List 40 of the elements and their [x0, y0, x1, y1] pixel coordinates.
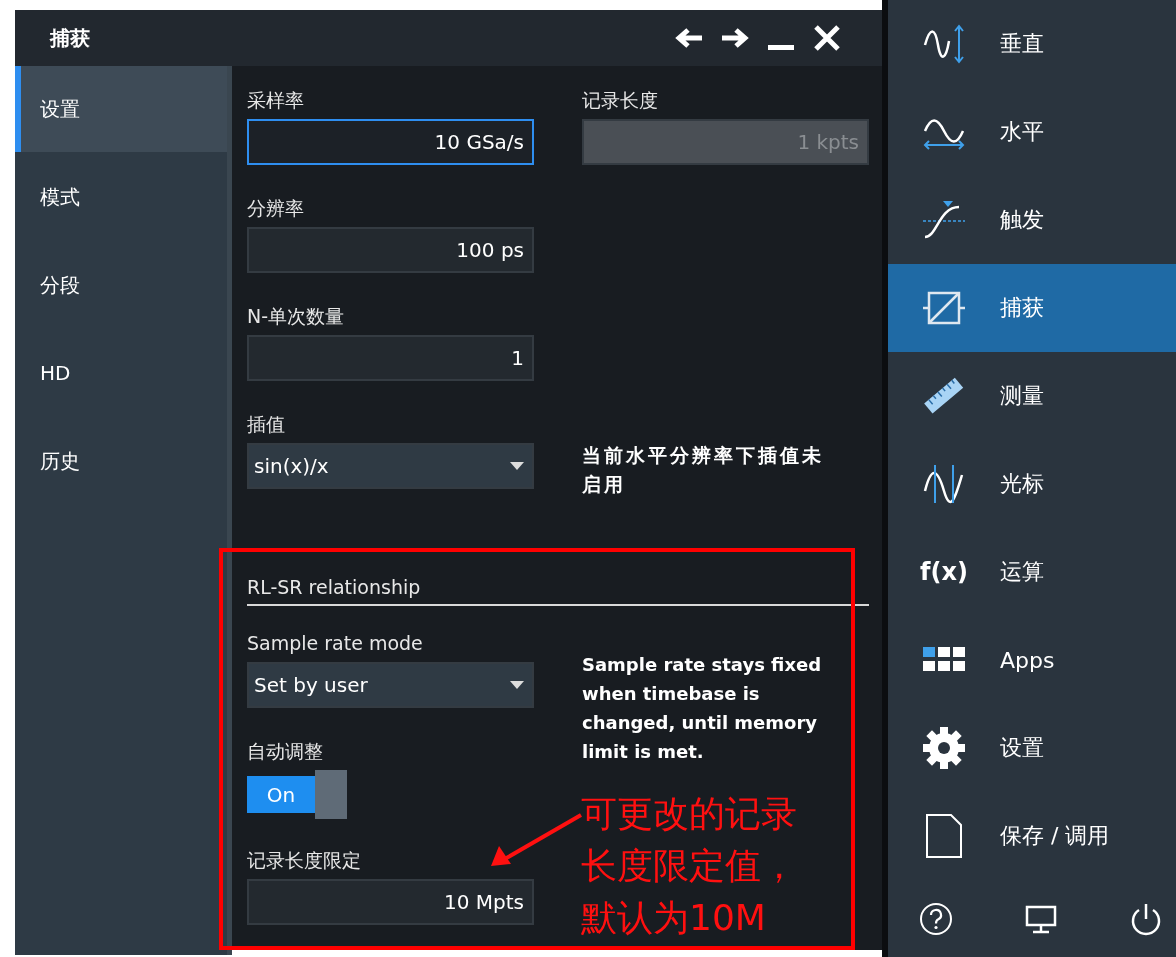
- dropdown[interactable]: Set by user: [247, 662, 534, 708]
- menu-item[interactable]: Apps: [888, 616, 1176, 704]
- input-field[interactable]: 10 GSa/s: [247, 119, 534, 165]
- menu-item[interactable]: f(x) 运算: [888, 528, 1176, 616]
- sidebar-tab[interactable]: 历史: [15, 418, 227, 504]
- menu-item[interactable]: 捕获: [888, 264, 1176, 352]
- field-label: Sample rate mode: [247, 631, 423, 656]
- sidebar-tab[interactable]: 分段: [15, 242, 227, 328]
- menu-item[interactable]: 垂直: [888, 0, 1176, 88]
- annotation-text: 可更改的记录长度限定值，默认为10M: [581, 792, 798, 940]
- menu-item[interactable]: 光标: [888, 440, 1176, 528]
- caret-icon: [510, 462, 524, 470]
- caret-icon: [510, 681, 524, 689]
- field-label: 记录长度: [582, 88, 658, 113]
- input-field[interactable]: 10 Mpts: [247, 879, 534, 925]
- interpolation-note: 当前水平分辨率下插值未启用: [582, 443, 825, 497]
- menu-item[interactable]: 触发: [888, 176, 1176, 264]
- function-icon: f(x): [920, 558, 968, 586]
- field-label: 自动调整: [247, 739, 323, 764]
- close-icon[interactable]: [812, 23, 842, 53]
- help-icon[interactable]: [918, 900, 954, 937]
- menu-item[interactable]: 设置: [888, 704, 1176, 792]
- menu-item[interactable]: 水平: [888, 88, 1176, 176]
- field-label: 插值: [247, 412, 285, 437]
- sidebar-tab[interactable]: 设置: [15, 66, 227, 152]
- dialog-title: 捕获: [50, 24, 90, 52]
- input-field[interactable]: 1: [247, 335, 534, 381]
- mode-note: Sample rate stays fixed when timebase is changed, until memory limit is met.: [582, 653, 823, 764]
- field-label: 采样率: [247, 88, 304, 113]
- menu-item[interactable]: 测量: [888, 352, 1176, 440]
- input-field[interactable]: 100 ps: [247, 227, 534, 273]
- sidebar-tab[interactable]: HD: [15, 330, 227, 416]
- dropdown[interactable]: sin(x)/x: [247, 443, 534, 489]
- section-header: RL-SR relationship: [247, 576, 869, 606]
- settings-icon: [921, 725, 967, 771]
- field-label: N-单次数量: [247, 304, 345, 329]
- sidebar-tab[interactable]: 模式: [15, 154, 227, 240]
- field-label: 记录长度限定: [247, 848, 361, 873]
- menu-item[interactable]: 保存 / 调用: [888, 792, 1176, 880]
- field-label: 分辨率: [247, 196, 304, 221]
